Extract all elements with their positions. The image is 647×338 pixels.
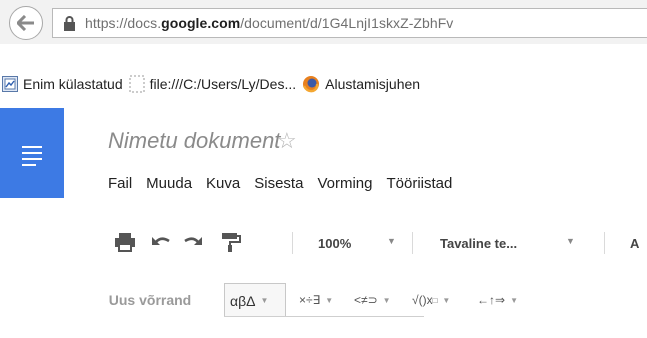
most-visited-icon bbox=[2, 76, 18, 92]
address-bar: https://docs.google.com/document/d/1G4Ln… bbox=[0, 0, 647, 44]
equation-toolbar: Uus võrrand αβΔ ▼ ×÷∃ ▼ <≠⊃ ▼ √()x □ ▼ ←↑⇒ ▼ bbox=[0, 280, 647, 320]
print-icon[interactable] bbox=[113, 231, 137, 253]
chevron-down-icon: ▼ bbox=[260, 296, 269, 305]
url-field[interactable]: https://docs.google.com/document/d/1G4Ln… bbox=[52, 8, 647, 38]
math-operators-menu[interactable]: √()x □ ▼ bbox=[412, 283, 450, 317]
back-button[interactable] bbox=[9, 6, 43, 40]
chevron-down-icon: ▼ bbox=[510, 295, 518, 305]
firefox-icon bbox=[303, 76, 320, 93]
menu-format[interactable]: Vorming bbox=[317, 175, 372, 192]
lock-icon bbox=[64, 15, 75, 31]
menu-bar: Fail Muuda Kuva Sisesta Vorming Tööriist… bbox=[108, 175, 466, 192]
bookmark-most-visited[interactable]: Enim külastatud bbox=[2, 76, 123, 92]
bookmark-label: file:///C:/Users/Ly/Des... bbox=[149, 76, 297, 92]
bookmarks-bar: Enim külastatud file:///C:/Users/Ly/Des.… bbox=[0, 66, 647, 102]
menu-file[interactable]: Fail bbox=[108, 175, 132, 192]
blank-page-icon bbox=[129, 75, 145, 93]
menu-insert[interactable]: Sisesta bbox=[254, 175, 303, 192]
toolbar-separator bbox=[292, 232, 293, 254]
paint-format-icon[interactable] bbox=[218, 231, 242, 253]
chevron-down-icon: ▼ bbox=[442, 295, 451, 305]
bookmark-label: Enim külastatud bbox=[23, 76, 123, 92]
document-title[interactable]: Nimetu dokument bbox=[108, 128, 280, 154]
toolbar-separator bbox=[604, 232, 605, 254]
bookmark-label: Alustamisjuhen bbox=[325, 76, 421, 92]
zoom-select[interactable]: 100% bbox=[318, 236, 351, 251]
star-icon[interactable]: ☆ bbox=[277, 128, 297, 154]
toolbar: 100% ▼ Tavaline te... ▼ A bbox=[0, 226, 647, 260]
bookmark-alustamisjuhend[interactable]: Alustamisjuhen bbox=[302, 75, 420, 93]
math-operators-label: √()x bbox=[412, 293, 433, 307]
font-select[interactable]: A bbox=[630, 236, 639, 251]
greek-letters-label: αβΔ bbox=[230, 292, 256, 309]
chevron-down-icon: ▼ bbox=[566, 236, 575, 246]
back-arrow-icon bbox=[17, 15, 34, 31]
menu-tools[interactable]: Tööriistad bbox=[386, 175, 452, 192]
relations-label: <≠⊃ bbox=[354, 293, 378, 307]
toolbar-separator bbox=[412, 232, 413, 254]
operations-menu[interactable]: ×÷∃ ▼ bbox=[299, 283, 333, 317]
relations-menu[interactable]: <≠⊃ ▼ bbox=[354, 283, 391, 317]
subscript-glyph: □ bbox=[432, 295, 438, 305]
menu-edit[interactable]: Muuda bbox=[146, 175, 192, 192]
bookmark-file[interactable]: file:///C:/Users/Ly/Des... bbox=[129, 75, 297, 93]
redo-icon[interactable] bbox=[181, 231, 205, 253]
arrows-label: ←↑⇒ bbox=[477, 293, 506, 307]
operations-label: ×÷∃ bbox=[299, 293, 321, 307]
chevron-down-icon: ▼ bbox=[382, 295, 391, 305]
arrows-menu[interactable]: ←↑⇒ ▼ bbox=[477, 283, 518, 317]
greek-letters-menu[interactable]: αβΔ ▼ bbox=[224, 283, 286, 317]
menu-view[interactable]: Kuva bbox=[206, 175, 240, 192]
url-text: https://docs.google.com/document/d/1G4Ln… bbox=[85, 15, 454, 31]
dropdown-edge bbox=[224, 316, 424, 321]
undo-icon[interactable] bbox=[149, 231, 173, 253]
paragraph-style-select[interactable]: Tavaline te... bbox=[440, 236, 517, 251]
chevron-down-icon: ▼ bbox=[387, 236, 396, 246]
docs-home-button[interactable] bbox=[0, 108, 64, 198]
new-equation-button[interactable]: Uus võrrand bbox=[84, 283, 216, 317]
chevron-down-icon: ▼ bbox=[325, 295, 334, 305]
